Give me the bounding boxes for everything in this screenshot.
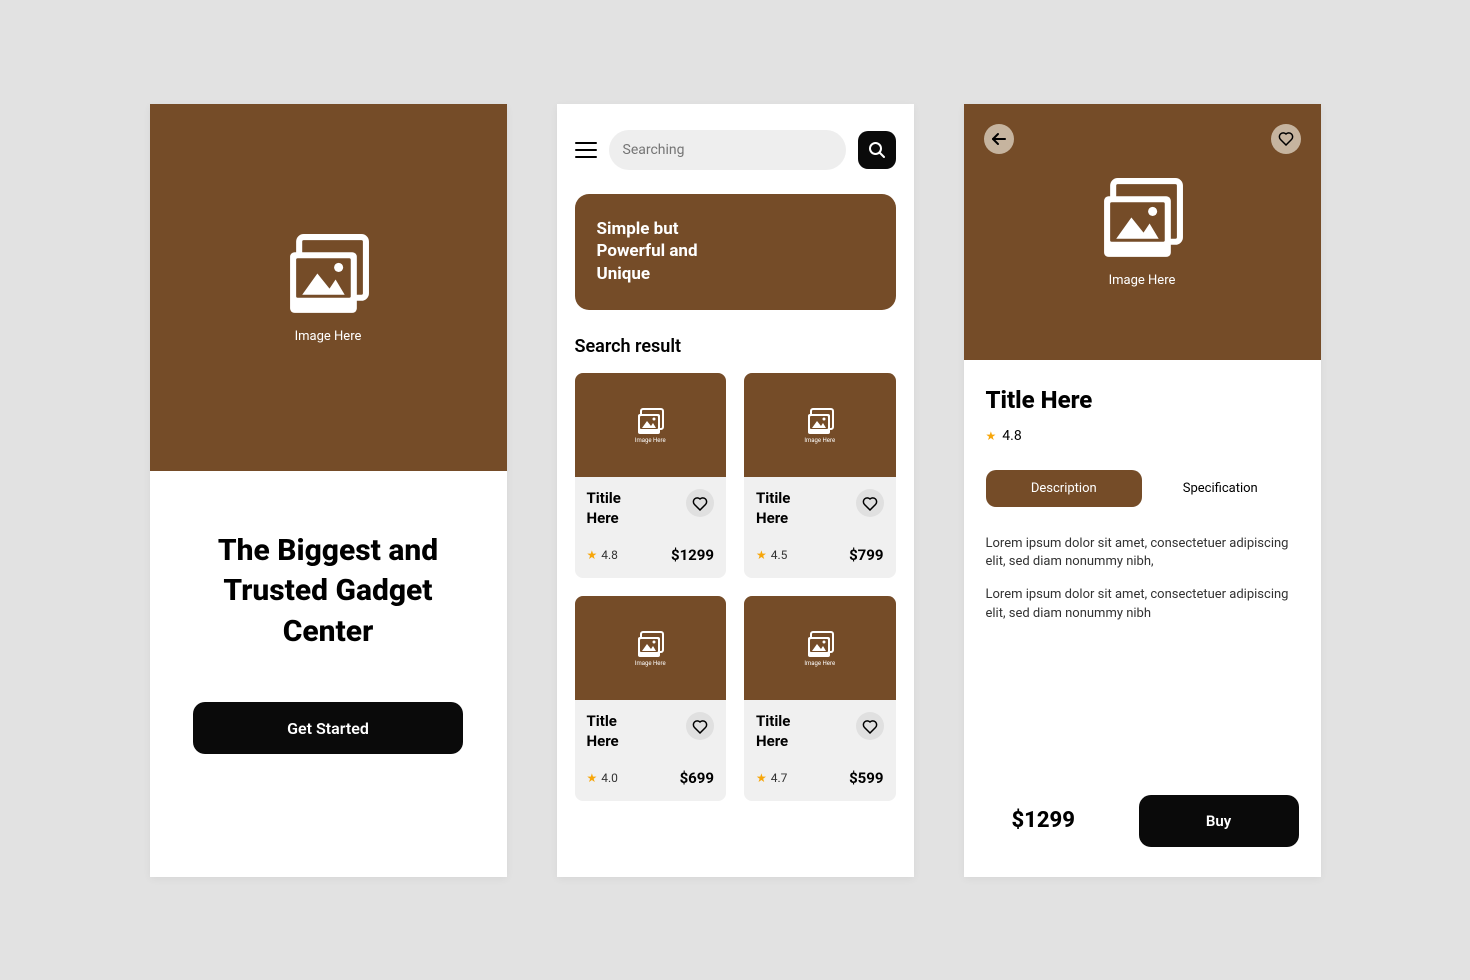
product-rating: ★4.5 (756, 548, 787, 562)
heart-icon (692, 496, 708, 511)
product-price: $1299 (1012, 808, 1075, 833)
heart-icon (862, 496, 878, 511)
product-title: TitileHere (587, 489, 621, 528)
detail-screen: Image Here Title Here ★ 4.8 Description … (964, 104, 1321, 877)
image-placeholder-icon (1094, 175, 1190, 263)
favorite-button[interactable] (686, 712, 714, 740)
back-button[interactable] (984, 124, 1014, 154)
detail-body: Title Here ★ 4.8 Description Specificati… (964, 360, 1321, 624)
menu-icon[interactable] (575, 142, 597, 158)
onboarding-body: The Biggest and Trusted Gadget Center Ge… (150, 471, 507, 755)
product-price: $1299 (671, 546, 714, 564)
hero-image-area: Image Here (150, 104, 507, 471)
get-started-button[interactable]: Get Started (193, 702, 463, 754)
results-heading: Search result (575, 336, 896, 357)
search-screen: Simple but Powerful and Unique Search re… (557, 104, 914, 877)
product-title: TitileHere (756, 712, 790, 751)
image-caption: Image Here (295, 329, 362, 344)
product-rating: ★4.8 (587, 548, 618, 562)
product-card[interactable]: Image Here TitileHere ★4.8 $1299 (575, 373, 727, 578)
star-icon: ★ (756, 548, 767, 562)
product-card[interactable]: Image Here TitileHere ★4.5 $799 (744, 373, 896, 578)
favorite-button[interactable] (1271, 124, 1301, 154)
heart-icon (692, 719, 708, 734)
arrow-left-icon (991, 132, 1007, 146)
product-image: Image Here (744, 596, 896, 700)
product-card[interactable]: Image Here TitileHere ★4.7 $599 (744, 596, 896, 801)
image-placeholder-icon (636, 407, 664, 435)
description-text: Lorem ipsum dolor sit amet, consectetuer… (986, 535, 1299, 624)
product-card[interactable]: Image Here TitleHere ★4.0 $699 (575, 596, 727, 801)
search-icon (868, 141, 886, 159)
product-rating: ★4.7 (756, 771, 787, 785)
tab-description[interactable]: Description (986, 470, 1143, 507)
star-icon: ★ (587, 548, 598, 562)
star-icon: ★ (756, 771, 767, 785)
tab-specification[interactable]: Specification (1142, 470, 1299, 507)
product-image: Image Here (744, 373, 896, 477)
image-placeholder-icon (280, 231, 376, 319)
product-price: $799 (849, 546, 883, 564)
product-title: Title Here (986, 386, 1299, 414)
star-icon: ★ (986, 429, 997, 443)
favorite-button[interactable] (686, 489, 714, 517)
product-image: Image Here (575, 373, 727, 477)
star-icon: ★ (587, 771, 598, 785)
product-price: $699 (680, 769, 714, 787)
product-price: $599 (849, 769, 883, 787)
product-grid: Image Here TitileHere ★4.8 $1299 Image H… (557, 373, 914, 801)
detail-footer: $1299 Buy (964, 795, 1321, 847)
detail-tabs: Description Specification (986, 470, 1299, 507)
product-rating: ★ 4.8 (986, 428, 1299, 444)
banner-line: Unique (597, 263, 874, 286)
product-rating: ★4.0 (587, 771, 618, 785)
heart-icon (1278, 131, 1294, 146)
banner-line: Powerful and (597, 240, 874, 263)
product-title: TitileHere (756, 489, 790, 528)
heart-icon (862, 719, 878, 734)
onboarding-screen: Image Here The Biggest and Trusted Gadge… (150, 104, 507, 877)
favorite-button[interactable] (856, 489, 884, 517)
image-placeholder-icon (636, 630, 664, 658)
image-caption: Image Here (1109, 273, 1176, 288)
search-header (557, 104, 914, 170)
search-field-wrap[interactable] (609, 130, 846, 170)
banner-line: Simple but (597, 218, 874, 241)
image-caption: Image Here (635, 437, 666, 444)
search-input[interactable] (623, 142, 832, 158)
image-placeholder-icon (806, 630, 834, 658)
buy-button[interactable]: Buy (1139, 795, 1299, 847)
product-image: Image Here (575, 596, 727, 700)
image-caption: Image Here (635, 660, 666, 667)
search-button[interactable] (858, 131, 896, 169)
favorite-button[interactable] (856, 712, 884, 740)
image-placeholder-icon (806, 407, 834, 435)
detail-hero: Image Here (964, 104, 1321, 360)
image-caption: Image Here (804, 660, 835, 667)
headline: The Biggest and Trusted Gadget Center (180, 531, 477, 653)
image-caption: Image Here (804, 437, 835, 444)
product-title: TitleHere (587, 712, 619, 751)
promo-banner: Simple but Powerful and Unique (575, 194, 896, 311)
